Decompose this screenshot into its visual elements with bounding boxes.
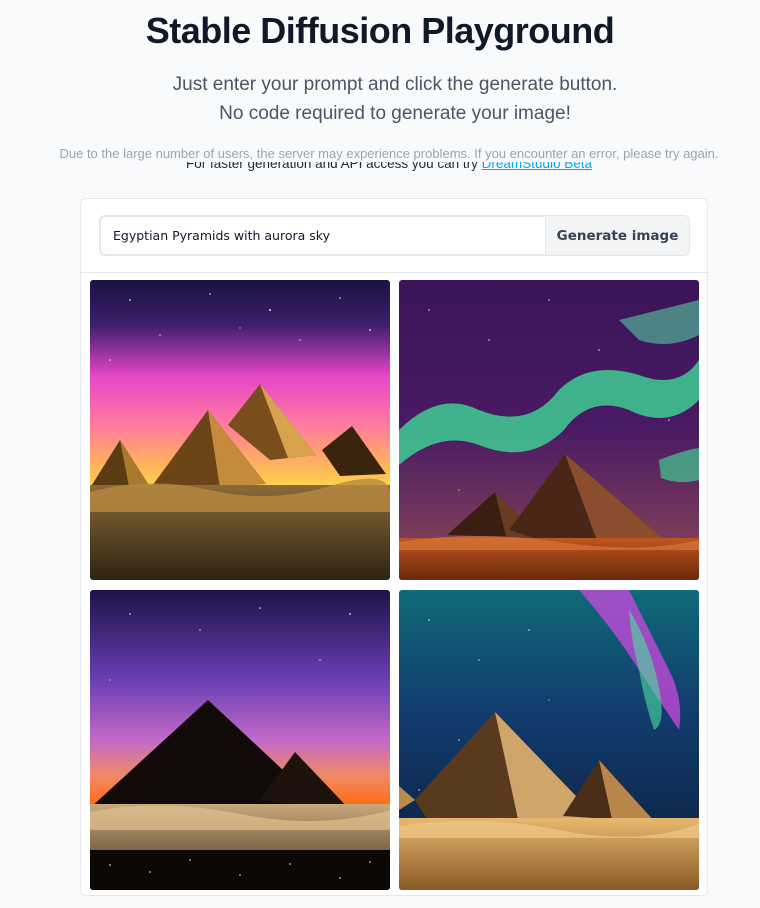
prompt-toolbar: Generate image [99,215,690,256]
generated-image-3-art [90,590,390,890]
server-notice: Due to the large number of users, the se… [0,146,760,162]
generated-image-2-art [399,280,699,580]
generated-image-1[interactable] [90,280,390,580]
generated-image-4-art [399,590,699,890]
playground-card: Generate image [80,198,708,896]
generated-image-3[interactable] [90,590,390,890]
generate-image-button[interactable]: Generate image [545,215,690,256]
generated-image-4[interactable] [399,590,699,890]
generated-image-2[interactable] [399,280,699,580]
prompt-input[interactable] [99,215,545,256]
generated-image-1-art [90,280,390,580]
divider [81,272,707,273]
page-title: Stable Diffusion Playground [145,10,615,51]
subtitle-line-1: Just enter your prompt and click the gen… [172,74,618,95]
notice-area: For faster generation and API access you… [0,146,760,172]
subtitle-line-2: No code required to generate your image! [219,103,571,124]
page: Stable Diffusion Playground Just enter y… [0,0,760,908]
